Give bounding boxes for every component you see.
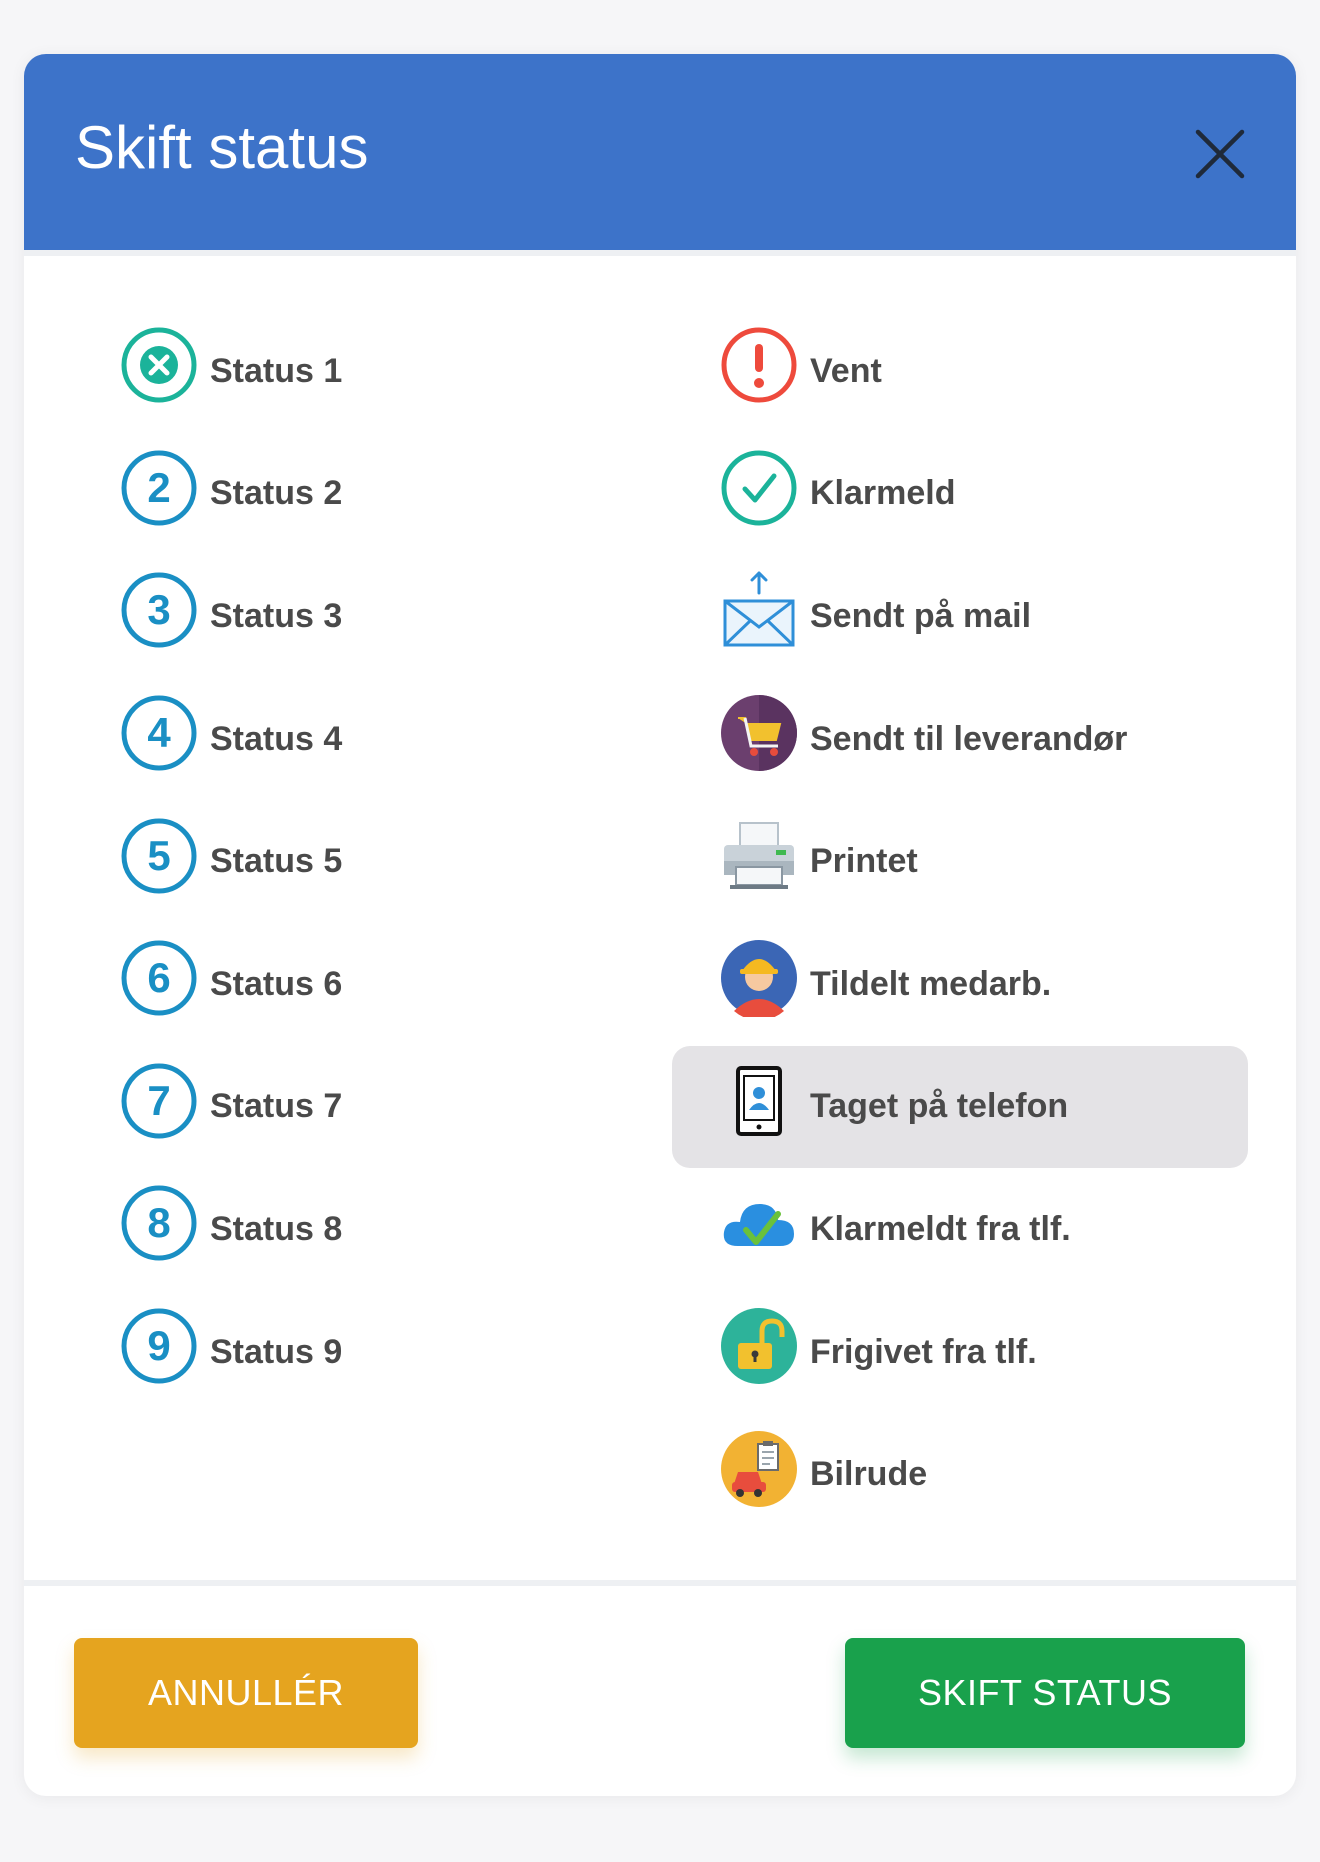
status-option-label: Tildelt medarb. — [810, 964, 1052, 1003]
status-option-sendt-paa-mail[interactable]: Sendt på mail — [672, 555, 1248, 678]
status-option-1[interactable]: Status 1 — [92, 310, 652, 433]
number-6-circle-icon: 6 — [120, 939, 198, 1017]
svg-text:2: 2 — [147, 464, 170, 511]
number-4-circle-icon: 4 — [120, 694, 198, 772]
footer-divider — [24, 1580, 1296, 1586]
status-option-3[interactable]: 3 Status 3 — [92, 555, 652, 678]
car-clipboard-icon — [720, 1430, 798, 1508]
status-list-left: Status 1 2 Status 2 3 Status 3 4 Status … — [92, 310, 652, 1413]
status-option-sendt-til-leverandoer[interactable]: Sendt til leverandør — [672, 678, 1248, 801]
check-circle-icon — [720, 449, 798, 527]
svg-text:6: 6 — [147, 954, 170, 1001]
close-button[interactable] — [1192, 126, 1248, 182]
exclamation-circle-icon — [720, 326, 798, 404]
status-dialog: Skift status Status 1 2 Status 2 3 Statu… — [24, 54, 1296, 1796]
status-option-label: Bilrude — [810, 1455, 928, 1494]
status-option-vent[interactable]: Vent — [672, 310, 1248, 433]
status-option-bilrude[interactable]: Bilrude — [672, 1413, 1248, 1536]
unlocked-padlock-icon — [720, 1307, 798, 1385]
number-9-circle-icon: 9 — [120, 1307, 198, 1385]
shopping-cart-icon — [720, 694, 798, 772]
cloud-check-icon — [720, 1184, 798, 1262]
status-option-2[interactable]: 2 Status 2 — [92, 433, 652, 556]
number-2-circle-icon: 2 — [120, 449, 198, 527]
number-7-circle-icon: 7 — [120, 1062, 198, 1140]
status-option-label: Status 1 — [210, 351, 343, 390]
status-option-8[interactable]: 8 Status 8 — [92, 1168, 652, 1291]
number-3-circle-icon: 3 — [120, 571, 198, 649]
mail-send-icon — [720, 571, 798, 649]
cancel-button[interactable]: ANNULLÉR — [74, 1638, 418, 1748]
status-option-label: Sendt på mail — [810, 596, 1032, 635]
status-option-klarmeld[interactable]: Klarmeld — [672, 433, 1248, 556]
dialog-header: Skift status — [24, 54, 1296, 250]
status-option-label: Status 4 — [210, 719, 343, 758]
svg-text:7: 7 — [147, 1077, 170, 1124]
svg-text:4: 4 — [147, 709, 171, 756]
status-option-4[interactable]: 4 Status 4 — [92, 678, 652, 801]
x-circle-icon — [120, 326, 198, 404]
dialog-title: Skift status — [75, 114, 369, 181]
header-divider — [24, 250, 1296, 256]
status-option-tildelt-medarb[interactable]: Tildelt medarb. — [672, 923, 1248, 1046]
status-option-label: Status 6 — [210, 964, 343, 1003]
status-option-label: Taget på telefon — [810, 1087, 1069, 1126]
svg-text:3: 3 — [147, 586, 170, 633]
status-option-label: Status 3 — [210, 596, 343, 635]
printer-icon — [720, 817, 798, 895]
number-8-circle-icon: 8 — [120, 1184, 198, 1262]
worker-avatar-icon — [720, 939, 798, 1018]
svg-text:9: 9 — [147, 1322, 170, 1369]
status-option-label: Status 7 — [210, 1087, 343, 1126]
status-option-label: Sendt til leverandør — [810, 719, 1128, 758]
status-option-label: Status 9 — [210, 1332, 343, 1371]
status-option-label: Printet — [810, 842, 918, 881]
status-option-label: Vent — [810, 351, 882, 390]
status-option-9[interactable]: 9 Status 9 — [92, 1291, 652, 1414]
phone-contact-icon — [720, 1062, 798, 1140]
status-option-7[interactable]: 7 Status 7 — [92, 1046, 652, 1169]
status-list-right: Vent Klarmeld Sendt på mail Sendt til le… — [672, 310, 1272, 1536]
status-option-5[interactable]: 5 Status 5 — [92, 800, 652, 923]
status-option-klarmeldt-fra-tlf[interactable]: Klarmeldt fra tlf. — [672, 1168, 1248, 1291]
status-option-frigivet-fra-tlf[interactable]: Frigivet fra tlf. — [672, 1291, 1248, 1414]
number-5-circle-icon: 5 — [120, 817, 198, 895]
svg-text:8: 8 — [147, 1199, 170, 1246]
status-option-taget-paa-telefon[interactable]: Taget på telefon — [672, 1045, 1248, 1169]
status-option-label: Status 2 — [210, 474, 343, 513]
status-option-printet[interactable]: Printet — [672, 800, 1248, 923]
close-icon — [1195, 129, 1245, 179]
status-option-6[interactable]: 6 Status 6 — [92, 923, 652, 1046]
status-option-label: Frigivet fra tlf. — [810, 1332, 1037, 1371]
status-option-label: Status 5 — [210, 842, 343, 881]
svg-text:5: 5 — [147, 832, 170, 879]
change-status-button[interactable]: SKIFT STATUS — [845, 1638, 1245, 1748]
status-option-label: Status 8 — [210, 1209, 343, 1248]
status-option-label: Klarmeldt fra tlf. — [810, 1209, 1071, 1248]
status-option-label: Klarmeld — [810, 474, 956, 513]
